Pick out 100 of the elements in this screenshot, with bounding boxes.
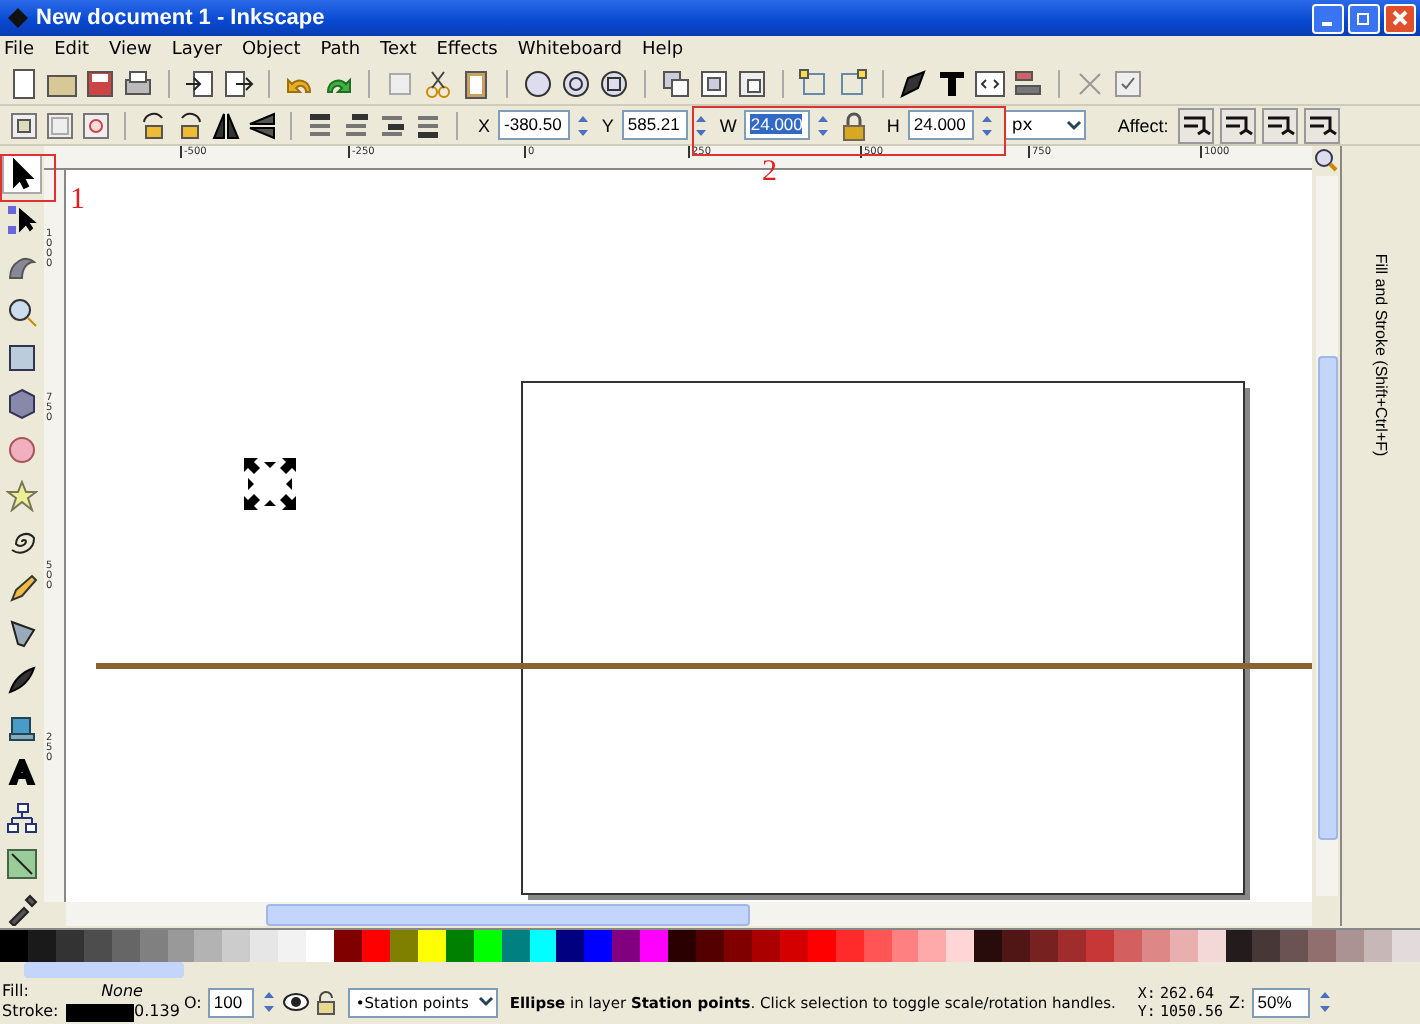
- color-swatch[interactable]: [389, 930, 418, 962]
- zoom-icon[interactable]: [1314, 148, 1338, 172]
- color-swatch[interactable]: [946, 930, 975, 962]
- spin-arrows-icon[interactable]: [693, 111, 708, 139]
- affect-pattern-icon[interactable]: [1304, 107, 1341, 143]
- color-swatch[interactable]: [445, 930, 474, 962]
- color-swatch[interactable]: [55, 930, 84, 962]
- color-swatch[interactable]: [361, 930, 390, 962]
- color-swatch[interactable]: [417, 930, 446, 962]
- clipboard-icon[interactable]: [460, 68, 492, 100]
- color-swatch[interactable]: [306, 930, 335, 962]
- color-swatch[interactable]: [779, 930, 808, 962]
- spin-arrows-icon[interactable]: [575, 111, 590, 139]
- preferences-icon[interactable]: [1112, 68, 1144, 100]
- menu-item[interactable]: File: [4, 40, 35, 60]
- color-swatch[interactable]: [723, 930, 752, 962]
- color-swatch[interactable]: [1169, 930, 1198, 962]
- vertical-scrollbar[interactable]: [1315, 176, 1337, 896]
- color-swatch[interactable]: [473, 930, 502, 962]
- color-swatch[interactable]: [167, 930, 195, 962]
- zoom-icon[interactable]: [598, 68, 630, 100]
- spin-arrows-icon[interactable]: [1317, 988, 1332, 1016]
- stroke-swatch[interactable]: [66, 1003, 134, 1021]
- node-icon[interactable]: [836, 68, 868, 100]
- color-swatch[interactable]: [668, 930, 697, 962]
- color-swatch[interactable]: [1085, 930, 1114, 962]
- menu-item[interactable]: Object: [241, 40, 301, 60]
- color-swatch[interactable]: [556, 930, 585, 962]
- x-field[interactable]: -380.50: [498, 110, 570, 140]
- color-swatch[interactable]: [194, 930, 223, 962]
- text-tool-icon[interactable]: [936, 68, 968, 100]
- close-button[interactable]: [1384, 3, 1416, 33]
- xml-editor-icon[interactable]: [974, 68, 1006, 100]
- color-swatch[interactable]: [1002, 930, 1031, 962]
- deselect-icon[interactable]: [80, 109, 112, 141]
- affect-stroke-icon[interactable]: [1178, 107, 1215, 143]
- menu-item[interactable]: Layer: [171, 40, 222, 60]
- flip-vertical-icon[interactable]: [246, 109, 278, 141]
- color-swatch[interactable]: [1364, 930, 1393, 962]
- color-swatch[interactable]: [139, 930, 168, 962]
- color-swatch[interactable]: [1113, 930, 1142, 962]
- color-swatch[interactable]: [1141, 930, 1170, 962]
- color-swatch[interactable]: [1280, 930, 1309, 962]
- menu-item[interactable]: Effects: [436, 40, 498, 60]
- color-swatch[interactable]: [1058, 930, 1086, 962]
- color-swatch[interactable]: [640, 930, 669, 962]
- color-swatch[interactable]: [863, 930, 891, 962]
- color-swatch[interactable]: [807, 930, 836, 962]
- color-swatch[interactable]: [1197, 930, 1226, 962]
- eye-icon[interactable]: [281, 990, 310, 1014]
- color-swatch[interactable]: [974, 930, 1003, 962]
- menu-item[interactable]: Path: [320, 40, 361, 60]
- spin-arrows-icon[interactable]: [979, 111, 994, 139]
- dock-tab[interactable]: Fill and Stroke (Shift+Ctrl+F): [1365, 194, 1397, 514]
- color-swatch[interactable]: [1392, 930, 1420, 962]
- menu-item[interactable]: View: [109, 40, 152, 60]
- color-swatch[interactable]: [1336, 930, 1365, 962]
- pen-icon[interactable]: [898, 68, 930, 100]
- color-swatch[interactable]: [835, 930, 864, 962]
- color-swatch[interactable]: [0, 930, 28, 962]
- node-icon[interactable]: [798, 68, 830, 100]
- color-swatch[interactable]: [1030, 930, 1059, 962]
- color-swatch[interactable]: [751, 930, 780, 962]
- horizontal-scrollbar[interactable]: [66, 902, 1312, 926]
- selection-handles-icon[interactable]: [244, 458, 296, 510]
- height-field[interactable]: 24.000: [907, 110, 974, 140]
- select-all-icon[interactable]: [8, 109, 40, 141]
- opacity-field[interactable]: 100: [207, 987, 254, 1017]
- spin-arrows-icon[interactable]: [816, 111, 831, 139]
- color-swatch[interactable]: [696, 930, 724, 962]
- color-swatch[interactable]: [584, 930, 613, 962]
- affect-gradient-icon[interactable]: [1262, 107, 1299, 143]
- align-icon[interactable]: [1012, 68, 1044, 100]
- color-swatch[interactable]: [1308, 930, 1337, 962]
- scroll-thumb[interactable]: [1317, 356, 1337, 840]
- save-icon[interactable]: [84, 68, 116, 100]
- flip-horizontal-icon[interactable]: [210, 109, 242, 141]
- raise-icon[interactable]: [340, 109, 372, 141]
- ungroup-icon[interactable]: [736, 68, 768, 100]
- zoom-icon[interactable]: [560, 68, 592, 100]
- new-document-icon[interactable]: [8, 68, 40, 100]
- width-field[interactable]: 24.000: [744, 110, 811, 140]
- y-field[interactable]: 585.21: [621, 110, 688, 140]
- export-icon[interactable]: [222, 68, 254, 100]
- printer-icon[interactable]: [122, 68, 154, 100]
- minimize-button[interactable]: [1312, 3, 1344, 33]
- spin-arrows-icon[interactable]: [261, 988, 276, 1016]
- restore-button[interactable]: [1348, 3, 1380, 33]
- color-swatch[interactable]: [222, 930, 251, 962]
- import-icon[interactable]: [184, 68, 216, 100]
- color-swatch[interactable]: [529, 930, 557, 962]
- color-swatch[interactable]: [278, 930, 307, 962]
- palette-scroll-thumb[interactable]: [24, 962, 184, 978]
- zoom-field[interactable]: 50%: [1251, 987, 1310, 1017]
- select-in-layers-icon[interactable]: [44, 109, 76, 141]
- menu-item[interactable]: Help: [642, 40, 684, 60]
- affect-corners-icon[interactable]: [1220, 107, 1257, 143]
- color-swatch[interactable]: [1252, 930, 1281, 962]
- color-swatch[interactable]: [83, 930, 112, 962]
- lock-icon[interactable]: [840, 109, 869, 141]
